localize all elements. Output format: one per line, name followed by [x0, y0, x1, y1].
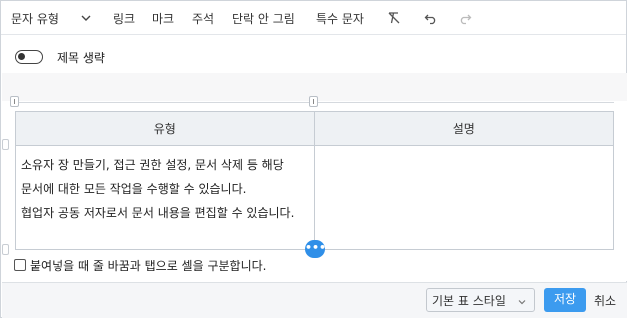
text-type-dropdown[interactable]: 문자 유형 [11, 10, 59, 27]
link-button[interactable]: 링크 [113, 10, 135, 27]
paste-option-row: 붙여넣을 때 줄 바꿈과 탭으로 셀을 구분합니다. [14, 257, 266, 273]
comment-button[interactable]: 주석 [192, 10, 214, 27]
paste-split-checkbox[interactable] [14, 259, 26, 271]
table-header-description[interactable]: 설명 [313, 111, 615, 146]
undo-icon[interactable] [424, 11, 438, 25]
table-style-select[interactable]: 기본 표 스타일 [426, 288, 535, 312]
clear-format-icon[interactable] [387, 11, 401, 25]
chevron-down-icon[interactable] [79, 11, 93, 25]
cell-line: 소유자 장 만들기, 접근 권한 설정, 문서 삭제 등 해당 문서에 대한 모… [21, 158, 284, 196]
omit-title-toggle-row: 제목 생략 [15, 48, 105, 66]
table-cell[interactable] [313, 145, 615, 250]
table-cell[interactable]: 소유자 장 만들기, 접근 권한 설정, 문서 삭제 등 해당 문서에 대한 모… [15, 145, 315, 250]
cancel-button[interactable]: 취소 [594, 292, 616, 309]
paste-split-label: 붙여넣을 때 줄 바꿈과 탭으로 셀을 구분합니다. [30, 258, 267, 273]
special-chars-button[interactable]: 특수 문자 [316, 10, 364, 27]
row-resize-handle[interactable] [2, 244, 9, 255]
column-resize-handle[interactable] [10, 96, 19, 107]
table-header-type[interactable]: 유형 [15, 111, 315, 146]
cell-line: 협업자 공동 저자로서 문서 내용을 편집할 수 있습니다. [21, 206, 295, 220]
toolbar: 문자 유형 링크 마크 주석 단락 안 그림 특수 문자 [1, 1, 626, 35]
column-resize-handle[interactable] [309, 96, 318, 107]
table-editor-dialog: 문자 유형 링크 마크 주석 단락 안 그림 특수 문자 제목 생략 유형 설명… [0, 0, 627, 318]
table-row: 소유자 장 만들기, 접근 권한 설정, 문서 삭제 등 해당 문서에 대한 모… [15, 145, 615, 250]
redo-icon[interactable] [458, 11, 472, 25]
mark-button[interactable]: 마크 [152, 10, 174, 27]
cell-more-button[interactable]: ••• [305, 240, 326, 258]
switch-knob [18, 53, 25, 60]
save-button[interactable]: 저장 [544, 288, 586, 312]
table-header-row: 유형 설명 [15, 111, 615, 146]
omit-title-label: 제목 생략 [57, 51, 105, 65]
row-resize-handle[interactable] [2, 139, 9, 150]
no-paragraph-wrap-button[interactable]: 단락 안 그림 [232, 10, 295, 27]
data-table: 유형 설명 소유자 장 만들기, 접근 권한 설정, 문서 삭제 등 해당 문서… [15, 111, 615, 250]
omit-title-switch[interactable] [15, 50, 43, 64]
table-style-value: 기본 표 스타일 [432, 293, 506, 308]
chevron-down-icon [517, 296, 527, 310]
